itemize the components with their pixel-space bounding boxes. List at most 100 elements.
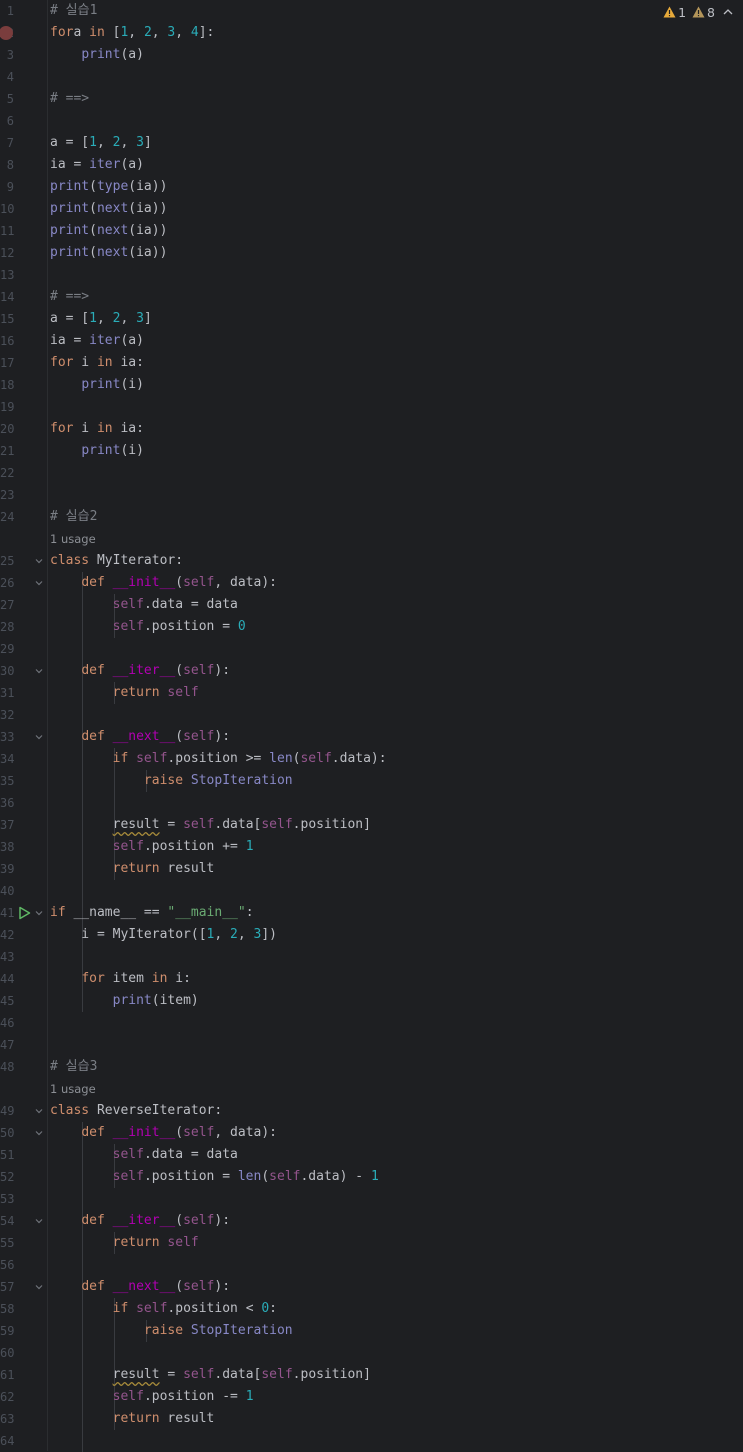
line-number[interactable]: 33 (0, 726, 14, 748)
code-line[interactable]: 7 a = [1, 2, 3] (0, 132, 743, 154)
line-number[interactable]: 41 (0, 902, 14, 924)
line-number[interactable]: 52 (0, 1166, 14, 1188)
run-icon[interactable] (18, 906, 31, 920)
usage-hint[interactable]: 1 usage (50, 528, 96, 550)
line-number[interactable]: 36 (0, 792, 14, 814)
code-text[interactable]: ia = iter(a) (50, 330, 144, 352)
line-number[interactable]: 48 (0, 1056, 14, 1078)
code-line[interactable]: 60 (0, 1342, 743, 1364)
code-text[interactable]: # 실습2 (50, 506, 97, 528)
code-line[interactable]: 29 (0, 638, 743, 660)
code-text[interactable]: return self (50, 1232, 199, 1254)
code-line[interactable]: 3 print(a) (0, 44, 743, 66)
code-line[interactable]: 27 self.data = data (0, 594, 743, 616)
code-line[interactable]: 9 print(type(ia)) (0, 176, 743, 198)
code-line[interactable]: 41 if __name__ == "__main__": (0, 902, 743, 924)
line-number[interactable]: 12 (0, 242, 14, 264)
line-number[interactable]: 56 (0, 1254, 14, 1276)
line-number[interactable]: 34 (0, 748, 14, 770)
code-line[interactable]: 36 (0, 792, 743, 814)
fold-chevron-icon[interactable] (35, 667, 43, 675)
line-number[interactable]: 58 (0, 1298, 14, 1320)
line-number[interactable]: 5 (0, 88, 14, 110)
line-number[interactable]: 32 (0, 704, 14, 726)
code-line[interactable]: 23 (0, 484, 743, 506)
code-text[interactable]: result = self.data[self.position] (50, 814, 371, 836)
code-line[interactable]: 40 (0, 880, 743, 902)
code-line[interactable]: 12 print(next(ia)) (0, 242, 743, 264)
code-text[interactable]: self.position = len(self.data) - 1 (50, 1166, 379, 1188)
code-text[interactable]: self.position -= 1 (50, 1386, 254, 1408)
fold-chevron-icon[interactable] (35, 1283, 43, 1291)
code-line[interactable]: 11 print(next(ia)) (0, 220, 743, 242)
code-line[interactable]: 56 (0, 1254, 743, 1276)
line-number[interactable]: 49 (0, 1100, 14, 1122)
code-text[interactable]: print(next(ia)) (50, 242, 167, 264)
code-line[interactable]: 19 (0, 396, 743, 418)
code-line[interactable]: 38 self.position += 1 (0, 836, 743, 858)
code-line[interactable]: 6 (0, 110, 743, 132)
line-number[interactable]: 37 (0, 814, 14, 836)
line-number[interactable]: 51 (0, 1144, 14, 1166)
line-number[interactable]: 62 (0, 1386, 14, 1408)
code-text[interactable]: # 실습1 (50, 0, 97, 22)
code-line[interactable]: 13 (0, 264, 743, 286)
line-number[interactable]: 31 (0, 682, 14, 704)
code-text[interactable]: if __name__ == "__main__": (50, 902, 254, 924)
line-number[interactable]: 26 (0, 572, 14, 594)
code-text[interactable]: self.data = data (50, 1144, 238, 1166)
line-number[interactable]: 53 (0, 1188, 14, 1210)
line-number[interactable]: 46 (0, 1012, 14, 1034)
code-line[interactable]: 45 print(item) (0, 990, 743, 1012)
code-text[interactable]: # ==> (50, 286, 89, 308)
line-number[interactable]: 50 (0, 1122, 14, 1144)
code-text[interactable]: raise StopIteration (50, 1320, 293, 1342)
line-number[interactable]: 28 (0, 616, 14, 638)
code-line[interactable]: 18 print(i) (0, 374, 743, 396)
line-number[interactable]: 17 (0, 352, 14, 374)
code-text[interactable]: return self (50, 682, 199, 704)
line-number[interactable]: 42 (0, 924, 14, 946)
line-number[interactable]: 9 (0, 176, 14, 198)
line-number[interactable]: 61 (0, 1364, 14, 1386)
code-text[interactable]: raise StopIteration (50, 770, 293, 792)
code-line[interactable]: 15 a = [1, 2, 3] (0, 308, 743, 330)
code-line[interactable]: 26 def __init__(self, data): (0, 572, 743, 594)
code-text[interactable]: class ReverseIterator: (50, 1100, 222, 1122)
code-text[interactable]: for item in i: (50, 968, 191, 990)
code-line[interactable]: 62 self.position -= 1 (0, 1386, 743, 1408)
code-line[interactable]: 58 if self.position < 0: (0, 1298, 743, 1320)
code-line[interactable]: 39 return result (0, 858, 743, 880)
line-number[interactable]: 14 (0, 286, 14, 308)
code-text[interactable]: self.position += 1 (50, 836, 254, 858)
code-line[interactable]: 46 (0, 1012, 743, 1034)
code-text[interactable]: a = [1, 2, 3] (50, 132, 152, 154)
line-number[interactable]: 63 (0, 1408, 14, 1430)
code-text[interactable]: return result (50, 1408, 215, 1430)
line-number[interactable]: 23 (0, 484, 14, 506)
line-number[interactable]: 64 (0, 1430, 14, 1452)
code-line[interactable]: 14 # ==> (0, 286, 743, 308)
line-number[interactable]: 57 (0, 1276, 14, 1298)
line-number[interactable]: 39 (0, 858, 14, 880)
fold-chevron-icon[interactable] (35, 557, 43, 565)
line-number[interactable]: 55 (0, 1232, 14, 1254)
code-text[interactable]: print(item) (50, 990, 199, 1012)
code-line[interactable]: 31 return self (0, 682, 743, 704)
code-text[interactable]: return result (50, 858, 215, 880)
fold-chevron-icon[interactable] (35, 909, 43, 917)
code-line[interactable]: 54 def __iter__(self): (0, 1210, 743, 1232)
code-text[interactable]: class MyIterator: (50, 550, 183, 572)
line-number[interactable]: 4 (0, 66, 14, 88)
line-number[interactable]: 16 (0, 330, 14, 352)
code-text[interactable]: ia = iter(a) (50, 154, 144, 176)
code-line[interactable]: 30 def __iter__(self): (0, 660, 743, 682)
code-line[interactable]: 20 for i in ia: (0, 418, 743, 440)
code-editor[interactable]: 1 8 1# 실습12fora in [1, 2, 3, 4]:3 print(… (0, 0, 743, 1452)
code-text[interactable]: def __next__(self): (50, 1276, 230, 1298)
line-number[interactable]: 21 (0, 440, 14, 462)
code-text[interactable]: def __next__(self): (50, 726, 230, 748)
fold-chevron-icon[interactable] (35, 1107, 43, 1115)
code-line[interactable]: 50 def __init__(self, data): (0, 1122, 743, 1144)
fold-chevron-icon[interactable] (35, 579, 43, 587)
